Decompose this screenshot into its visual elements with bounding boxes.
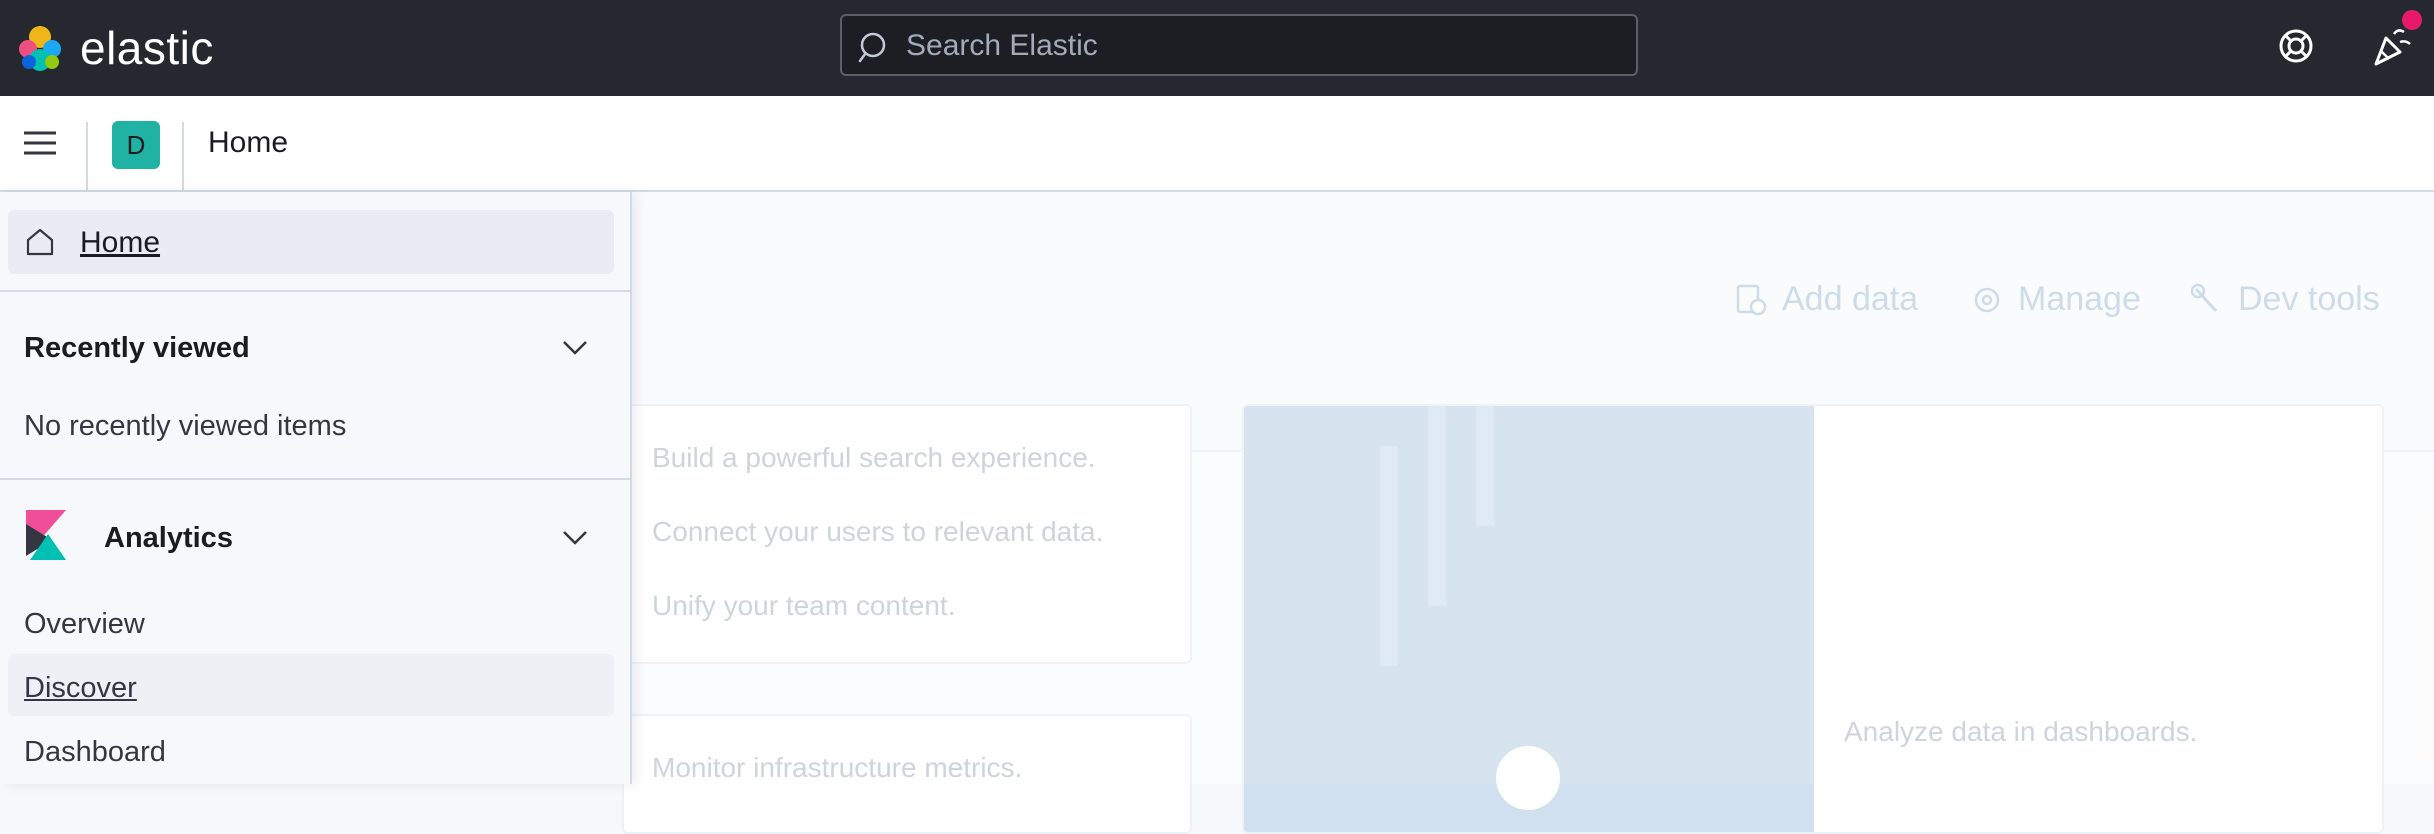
hamburger-menu-icon[interactable] [20,124,60,164]
space-avatar[interactable]: D [112,121,160,169]
side-navigation: Home Recently viewed No recently viewed … [0,192,632,784]
newsfeed-badge [2402,10,2422,30]
top-header: elastic [0,0,2434,96]
divider [0,290,632,292]
nav-home-label: Home [80,226,161,259]
search-input[interactable] [904,16,1608,76]
analytics-title[interactable]: Analytics [104,522,233,555]
nav-item-dashboard[interactable]: Dashboard [24,736,166,769]
logo-text: elastic [80,22,214,74]
divider [0,478,632,480]
nav-item-overview[interactable]: Overview [24,608,145,641]
kibana-logo-icon [26,510,66,560]
chevron-down-icon[interactable] [560,332,590,362]
recently-viewed-empty: No recently viewed items [24,410,347,442]
search-icon [858,32,886,63]
elastic-logo[interactable]: elastic [14,20,214,76]
newsfeed-icon[interactable] [2370,24,2414,68]
home-icon [26,228,54,256]
breadcrumb-bar: D Home [0,96,2434,218]
nav-item-discover[interactable]: Discover [24,672,137,705]
breadcrumb: Home [208,126,289,159]
global-search[interactable] [840,14,1638,76]
recently-viewed-title[interactable]: Recently viewed [24,332,250,365]
nav-home-link[interactable]: Home [8,210,614,274]
chevron-down-icon[interactable] [560,522,590,552]
elastic-logo-icon [19,26,61,71]
help-icon[interactable] [2276,26,2316,66]
